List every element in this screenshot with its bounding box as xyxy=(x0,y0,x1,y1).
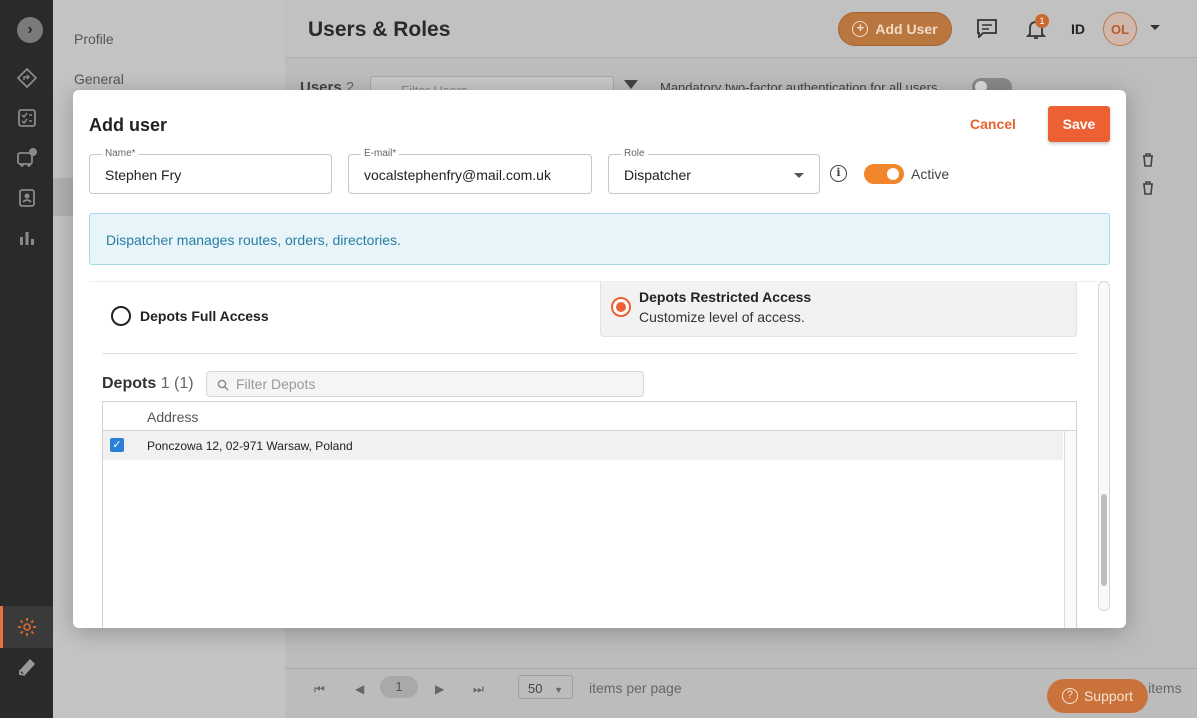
table-row[interactable]: ✓ Ponczowa 12, 02-971 Warsaw, Poland xyxy=(103,431,1063,460)
depot-address: Ponczowa 12, 02-971 Warsaw, Poland xyxy=(147,439,353,453)
routes-icon[interactable] xyxy=(16,67,38,89)
row-checkbox[interactable]: ✓ xyxy=(110,438,124,452)
depots-table-header: Address xyxy=(103,402,1076,431)
notification-count-badge: 1 xyxy=(1035,14,1049,28)
role-notice: Dispatcher manages routes, orders, direc… xyxy=(89,213,1110,265)
table-scrollbar[interactable] xyxy=(1064,431,1076,628)
last-page-icon[interactable]: ⏭ xyxy=(473,682,484,697)
depots-full-access-option[interactable]: Depots Full Access xyxy=(111,306,269,326)
divider xyxy=(102,353,1077,354)
side-item-general[interactable]: General xyxy=(74,71,124,87)
depots-table: Address ✓ Ponczowa 12, 02-971 Warsaw, Po… xyxy=(102,401,1077,628)
filter-funnel-icon[interactable] xyxy=(624,80,638,89)
email-field-value: vocalstephenfry@mail.com.uk xyxy=(364,167,551,183)
first-page-icon[interactable]: ⏮ xyxy=(314,682,325,697)
email-field-label: E-mail* xyxy=(361,148,400,159)
full-access-label: Depots Full Access xyxy=(140,308,269,324)
add-user-button[interactable]: + Add User xyxy=(838,12,952,46)
reports-icon[interactable] xyxy=(16,227,38,249)
restricted-access-label: Depots Restricted Access xyxy=(639,289,812,305)
drivers-icon[interactable] xyxy=(16,187,38,209)
current-page[interactable]: 1 xyxy=(380,676,418,698)
vehicles-icon[interactable] xyxy=(16,147,38,169)
left-rail: › xyxy=(0,0,53,718)
settings-gear-icon[interactable] xyxy=(16,616,38,638)
email-field[interactable]: E-mail* vocalstephenfry@mail.com.uk xyxy=(348,148,592,194)
name-field[interactable]: Name* Stephen Fry xyxy=(89,148,332,194)
restricted-access-description: Customize level of access. xyxy=(639,309,805,325)
depots-heading-label: Depots xyxy=(102,375,157,392)
side-item-profile[interactable]: Profile xyxy=(74,31,114,47)
search-icon xyxy=(217,378,229,396)
depots-heading: Depots 1 (1) xyxy=(102,375,194,393)
trash-icon[interactable] xyxy=(1142,181,1154,195)
save-button[interactable]: Save xyxy=(1048,106,1110,142)
support-label: Support xyxy=(1083,688,1134,704)
prev-page-icon[interactable]: ◀ xyxy=(355,682,364,696)
modal-title: Add user xyxy=(89,115,168,135)
depots-total-count: (1) xyxy=(174,375,194,392)
address-column-header[interactable]: Address xyxy=(147,409,198,425)
active-label: Active xyxy=(911,166,950,182)
user-avatar[interactable]: OL xyxy=(1103,12,1137,46)
chevron-down-icon xyxy=(794,173,804,178)
items-per-page-label: items per page xyxy=(589,680,682,696)
filter-depots-field[interactable] xyxy=(206,371,644,397)
add-user-label: Add User xyxy=(875,21,938,37)
chevron-down-icon[interactable] xyxy=(1150,25,1160,30)
language-switch[interactable]: ID xyxy=(1071,21,1085,37)
depots-restricted-access-option[interactable]: Depots Restricted Access Customize level… xyxy=(600,282,1077,337)
role-select-label: Role xyxy=(621,148,648,159)
chevron-down-icon: ▼ xyxy=(554,685,564,695)
full-access-radio[interactable] xyxy=(111,306,131,326)
cancel-button[interactable]: Cancel xyxy=(970,116,1016,132)
modal-scrollbar-thumb[interactable] xyxy=(1101,494,1107,586)
help-icon: ? xyxy=(1061,688,1078,704)
role-select-value: Dispatcher xyxy=(624,167,691,183)
name-field-label: Name* xyxy=(102,148,139,159)
next-page-icon[interactable]: ▶ xyxy=(435,682,444,696)
plus-icon: + xyxy=(852,21,869,37)
info-icon[interactable]: i xyxy=(830,165,847,182)
restricted-access-radio[interactable] xyxy=(611,297,631,317)
role-select[interactable]: Role Dispatcher xyxy=(608,148,820,194)
expand-rail-icon[interactable]: › xyxy=(17,17,43,43)
support-button[interactable]: ? Support xyxy=(1047,679,1148,713)
knowledge-book-icon[interactable] xyxy=(16,656,38,678)
name-field-value: Stephen Fry xyxy=(105,167,182,183)
per-page-select[interactable]: 50 ▼ xyxy=(518,675,573,699)
depots-selected-count: 1 xyxy=(160,375,170,392)
page-title: Users & Roles xyxy=(308,18,451,41)
chat-icon[interactable] xyxy=(976,18,998,43)
add-user-modal: Add user Cancel Save Name* Stephen Fry E… xyxy=(73,90,1126,628)
trash-icon[interactable] xyxy=(1142,153,1154,167)
orders-icon[interactable] xyxy=(16,107,38,129)
access-scroll-area: Depots Full Access Depots Restricted Acc… xyxy=(89,281,1110,628)
active-toggle[interactable] xyxy=(864,164,904,184)
modal-scrollbar[interactable] xyxy=(1098,281,1110,611)
filter-depots-input[interactable] xyxy=(236,375,636,393)
per-page-value: 50 xyxy=(528,681,543,696)
